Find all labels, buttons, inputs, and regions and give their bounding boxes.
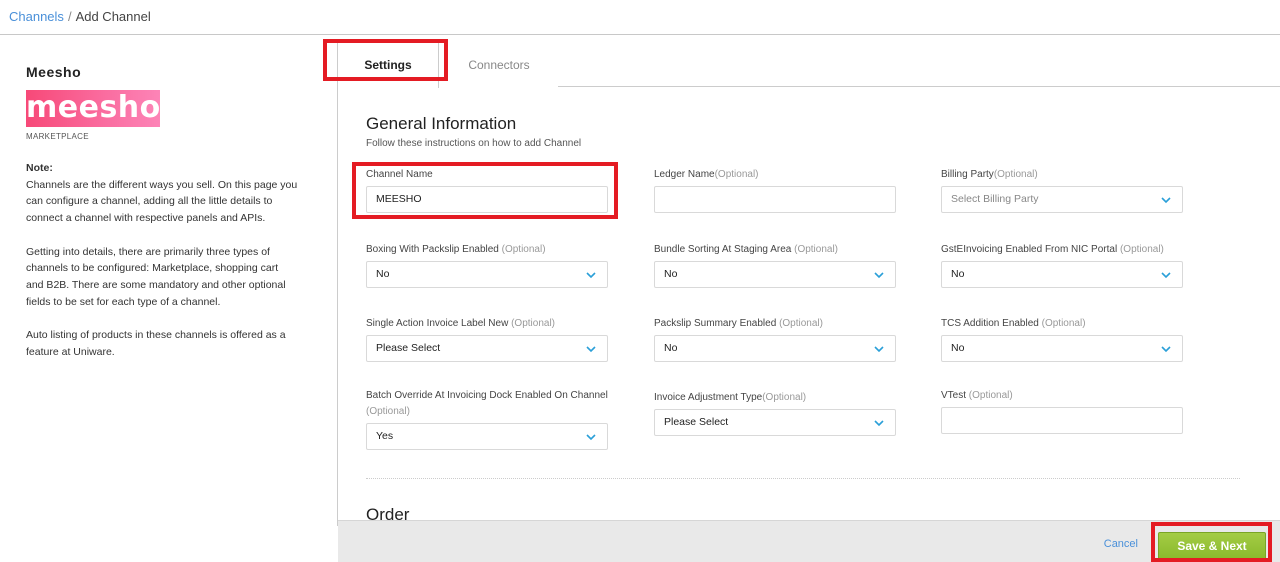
vtest-input[interactable] (941, 407, 1183, 434)
packslip-summary-field: Packslip Summary Enabled (Optional) No (654, 316, 896, 362)
breadcrumb: Channels / Add Channel (9, 9, 151, 24)
bundle-sorting-field: Bundle Sorting At Staging Area (Optional… (654, 242, 896, 288)
note-heading: Note: (26, 162, 53, 174)
billing-party-field: Billing Party(Optional) Select Billing P… (941, 167, 1183, 213)
breadcrumb-channels-link[interactable]: Channels (9, 9, 64, 24)
vtest-label: VTest (Optional) (941, 390, 1013, 401)
chevron-down-icon (586, 434, 596, 441)
tcs-addition-select[interactable]: No (941, 335, 1183, 362)
packslip-summary-value: No (664, 342, 678, 354)
batch-override-value: Yes (376, 430, 394, 442)
batch-override-select[interactable]: Yes (366, 423, 608, 450)
chevron-down-icon (874, 272, 884, 279)
breadcrumb-separator: / (67, 9, 72, 24)
ledger-name-input[interactable] (654, 186, 896, 213)
note-paragraph: Channels are the different ways you sell… (26, 178, 298, 225)
boxing-packslip-value: No (376, 268, 390, 280)
note-block: Note: Channels are the different ways yo… (26, 160, 298, 377)
invoice-adjustment-field: Invoice Adjustment Type(Optional) Please… (654, 390, 896, 436)
action-footer: Cancel Save & Next (338, 520, 1280, 562)
chevron-down-icon (1161, 197, 1171, 204)
cancel-link[interactable]: Cancel (1104, 538, 1138, 550)
billing-party-placeholder: Select Billing Party (951, 193, 1039, 205)
boxing-packslip-field: Boxing With Packslip Enabled (Optional) … (366, 242, 608, 288)
chevron-down-icon (586, 346, 596, 353)
gst-einvoicing-label: GstEInvoicing Enabled From NIC Portal (O… (941, 244, 1164, 255)
boxing-packslip-select[interactable]: No (366, 261, 608, 288)
breadcrumb-current: Add Channel (75, 9, 151, 24)
chevron-down-icon (1161, 272, 1171, 279)
boxing-packslip-label: Boxing With Packslip Enabled (Optional) (366, 244, 546, 255)
batch-override-label: Batch Override At Invoicing Dock Enabled… (366, 390, 608, 417)
tcs-addition-value: No (951, 342, 965, 354)
single-action-invoice-label: Single Action Invoice Label New (Optiona… (366, 318, 555, 329)
note-paragraph: Auto listing of products in these channe… (26, 329, 286, 358)
single-action-invoice-value: Please Select (376, 342, 441, 354)
save-next-button[interactable]: Save & Next (1158, 532, 1266, 560)
general-information-subtitle: Follow these instructions on how to add … (366, 138, 582, 149)
invoice-adjustment-label: Invoice Adjustment Type(Optional) (654, 392, 807, 403)
tab-connectors[interactable]: Connectors (439, 42, 559, 88)
settings-panel: General Information Follow these instruc… (337, 86, 1280, 526)
channel-name-label: Channel Name (366, 169, 433, 180)
packslip-summary-label: Packslip Summary Enabled (Optional) (654, 318, 823, 329)
billing-party-select[interactable]: Select Billing Party (941, 186, 1183, 213)
invoice-adjustment-select[interactable]: Please Select (654, 409, 896, 436)
note-paragraph: Getting into details, there are primaril… (26, 245, 286, 308)
single-action-invoice-field: Single Action Invoice Label New (Optiona… (366, 316, 608, 362)
general-information-heading: General Information (366, 114, 517, 133)
packslip-summary-select[interactable]: No (654, 335, 896, 362)
chevron-down-icon (1161, 346, 1171, 353)
channel-title: Meesho (26, 64, 82, 80)
vtest-field: VTest (Optional) (941, 388, 1183, 434)
bundle-sorting-select[interactable]: No (654, 261, 896, 288)
ledger-name-field: Ledger Name(Optional) (654, 167, 896, 213)
tab-settings[interactable]: Settings (337, 42, 439, 88)
meesho-logo: meesho (26, 90, 161, 127)
channel-name-field: Channel Name MEESHO (366, 167, 608, 213)
top-bar: Channels / Add Channel (0, 0, 1280, 35)
billing-party-label: Billing Party(Optional) (941, 169, 1038, 180)
ledger-name-label: Ledger Name(Optional) (654, 169, 759, 180)
bundle-sorting-label: Bundle Sorting At Staging Area (Optional… (654, 244, 839, 255)
channel-type-label: MARKETPLACE (26, 132, 89, 141)
section-divider (366, 478, 1240, 479)
gst-einvoicing-value: No (951, 268, 965, 280)
bundle-sorting-value: No (664, 268, 678, 280)
chevron-down-icon (874, 346, 884, 353)
chevron-down-icon (874, 420, 884, 427)
invoice-adjustment-value: Please Select (664, 416, 729, 428)
chevron-down-icon (586, 272, 596, 279)
gst-einvoicing-select[interactable]: No (941, 261, 1183, 288)
single-action-invoice-select[interactable]: Please Select (366, 335, 608, 362)
tcs-addition-label: TCS Addition Enabled (Optional) (941, 318, 1086, 329)
batch-override-field: Batch Override At Invoicing Dock Enabled… (366, 388, 608, 450)
tcs-addition-field: TCS Addition Enabled (Optional) No (941, 316, 1183, 362)
channel-name-input[interactable]: MEESHO (366, 186, 608, 213)
gst-einvoicing-field: GstEInvoicing Enabled From NIC Portal (O… (941, 242, 1183, 288)
